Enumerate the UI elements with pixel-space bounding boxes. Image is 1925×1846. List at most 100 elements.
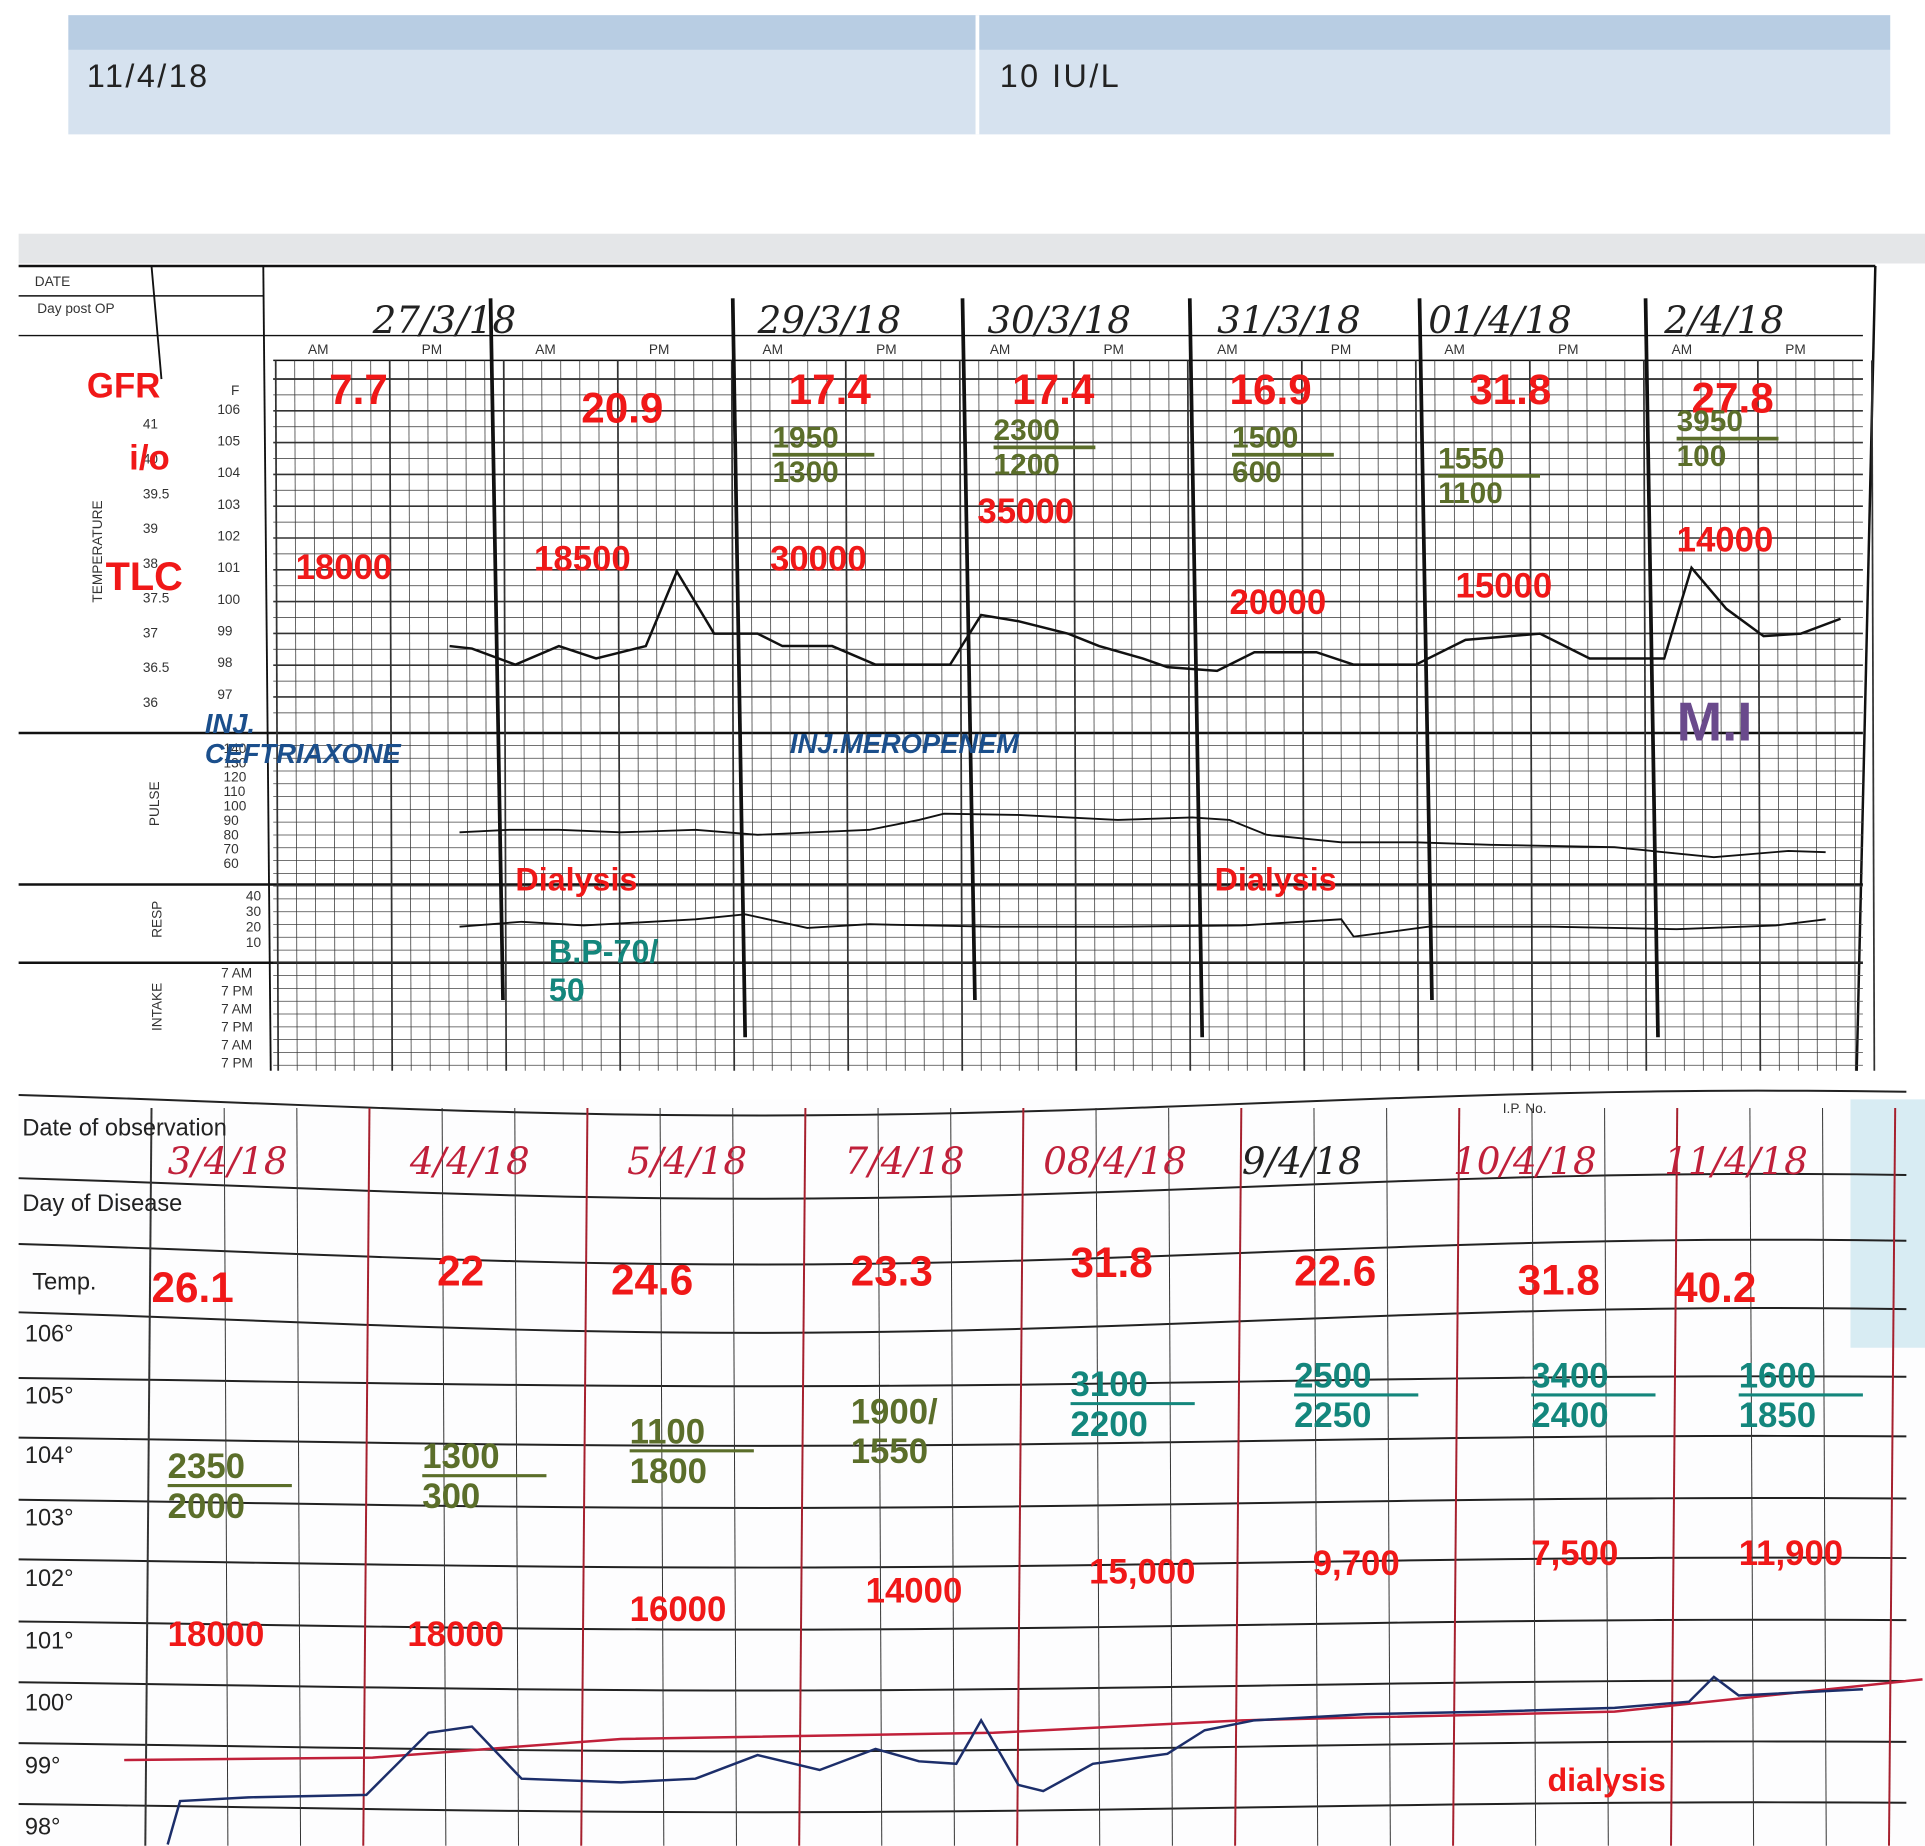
bp-label: 50	[549, 972, 585, 1008]
row-label-resp: RESP	[149, 901, 164, 938]
date-handwritten: 29/3/18	[757, 298, 902, 342]
output-value: 1800	[630, 1453, 707, 1491]
temp-tick: 98°	[25, 1814, 61, 1840]
row-label-day-post-op: Day post OP	[37, 301, 114, 316]
intake-time: 7 AM	[221, 966, 252, 981]
temp-tick: 104°	[25, 1442, 74, 1468]
date-handwritten: 31/3/18	[1217, 298, 1361, 342]
output-value: 1850	[1739, 1397, 1816, 1435]
fahrenheit-tick: 97	[217, 687, 232, 702]
intake-value: 1600	[1739, 1357, 1816, 1395]
row-label-pulse: PULSE	[147, 781, 162, 826]
intake-time: 7 PM	[221, 984, 253, 999]
temperature-chart-2: Date of observation Day of Disease Temp.…	[18, 1089, 1925, 1846]
fahrenheit-tick: 106	[217, 402, 240, 417]
row-label-temperature: TEMPERATURE	[90, 500, 105, 602]
bp-label: B.P-70/	[549, 934, 658, 970]
ip-no-label: I.P. No.	[1503, 1101, 1547, 1116]
gfr-value: 7.7	[329, 366, 388, 413]
row-label-date: DATE	[35, 274, 70, 289]
intake-time: 7 PM	[221, 1056, 253, 1071]
output-value: 1300	[772, 456, 838, 489]
fahrenheit-tick: 100	[217, 592, 240, 607]
pm-header: PM	[649, 342, 669, 357]
am-header: AM	[535, 342, 555, 357]
gfr-value: 22.6	[1294, 1248, 1376, 1295]
io-label: i/o	[129, 440, 170, 478]
fahrenheit-tick: 103	[217, 497, 240, 512]
tlc-value: 18000	[168, 1616, 265, 1654]
intake-value: 1300	[422, 1438, 499, 1476]
am-header: AM	[763, 342, 783, 357]
date-handwritten: 5/4/18	[627, 1139, 747, 1183]
temperature-chart-1: DATE Day post OP F TEMPERATURE PULSE RES…	[18, 263, 1925, 1071]
am-header: AM	[1444, 342, 1464, 357]
gfr-value: 20.9	[581, 385, 663, 432]
date-handwritten: 11/4/18	[1664, 1139, 1808, 1183]
pm-header: PM	[422, 342, 442, 357]
celsius-tick: 39.5	[143, 486, 170, 501]
intake-value: 2300	[994, 414, 1060, 447]
fahrenheit-tick: 105	[217, 433, 240, 448]
output-value: 100	[1677, 440, 1727, 473]
gfr-value: 17.4	[1012, 366, 1095, 413]
tlc-value: 11,900	[1739, 1535, 1843, 1573]
date-handwritten: 01/4/18	[1428, 298, 1572, 342]
gfr-value: 22	[437, 1248, 484, 1295]
f-label: F	[231, 383, 239, 398]
fahrenheit-tick: 102	[217, 528, 240, 543]
pm-header: PM	[1103, 342, 1123, 357]
output-value: 2000	[168, 1488, 245, 1526]
output-value: 2250	[1294, 1397, 1371, 1435]
drug-meropenem: INJ.MEROPENEM	[790, 728, 1020, 759]
tlc-value: 15000	[1456, 568, 1553, 606]
output-value: 1200	[994, 449, 1060, 482]
tlc-value: 30000	[770, 540, 867, 578]
dialysis-label: Dialysis	[1215, 862, 1337, 898]
celsius-tick: 39	[143, 521, 158, 536]
pulse-tick: 60	[224, 856, 240, 871]
gfr-value: 31.8	[1469, 366, 1551, 413]
tlc-value: 9,700	[1313, 1545, 1400, 1583]
drug-ceftriaxone: CEFTRIAXONE	[205, 738, 402, 769]
tlc-label: TLC	[106, 555, 183, 599]
tlc-value: 20000	[1230, 584, 1327, 622]
fahrenheit-tick: 99	[217, 623, 232, 638]
intake-time: 7 AM	[221, 1002, 252, 1017]
pm-header: PM	[1558, 342, 1578, 357]
gfr-value: 31.8	[1518, 1256, 1600, 1303]
tlc-value: 14000	[866, 1572, 963, 1610]
gfr-value: 23.3	[851, 1248, 933, 1295]
temp-tick: 100°	[25, 1689, 74, 1715]
gfr-value: 16.9	[1230, 366, 1312, 413]
intake-value: 1500	[1232, 421, 1298, 454]
tlc-value: 18000	[296, 549, 393, 587]
intake-value: 1100	[630, 1413, 705, 1451]
fahrenheit-tick: 104	[217, 465, 240, 480]
intake-value: 1950	[772, 421, 838, 454]
top-table-value: 10 IU/L	[1000, 58, 1121, 94]
gfr-label: GFR	[87, 368, 160, 406]
gfr-value: 24.6	[611, 1256, 693, 1303]
row-label-intake: INTAKE	[149, 983, 164, 1031]
date-handwritten: 2/4/18	[1663, 298, 1784, 342]
pulse-tick: 90	[224, 813, 240, 828]
pulse-tick: 110	[224, 784, 246, 799]
celsius-tick: 37	[143, 625, 158, 640]
temp-tick: 102°	[25, 1565, 74, 1591]
celsius-tick: 36	[143, 695, 158, 710]
am-header: AM	[990, 342, 1010, 357]
gfr-value: 26.1	[152, 1264, 234, 1311]
temp-tick: 101°	[25, 1627, 74, 1653]
output-value: 300	[422, 1478, 480, 1516]
resp-tick: 40	[246, 889, 262, 904]
intake-value: 3400	[1531, 1357, 1608, 1395]
resp-tick: 30	[246, 904, 262, 919]
pm-header: PM	[876, 342, 896, 357]
pulse-tick: 100	[224, 798, 247, 813]
date-handwritten: 27/3/18	[372, 298, 517, 342]
temp-tick: 106°	[25, 1321, 74, 1347]
temp-tick: 105°	[25, 1383, 74, 1409]
intake-time: 7 AM	[221, 1038, 252, 1053]
intake-value: 2350	[168, 1448, 245, 1486]
